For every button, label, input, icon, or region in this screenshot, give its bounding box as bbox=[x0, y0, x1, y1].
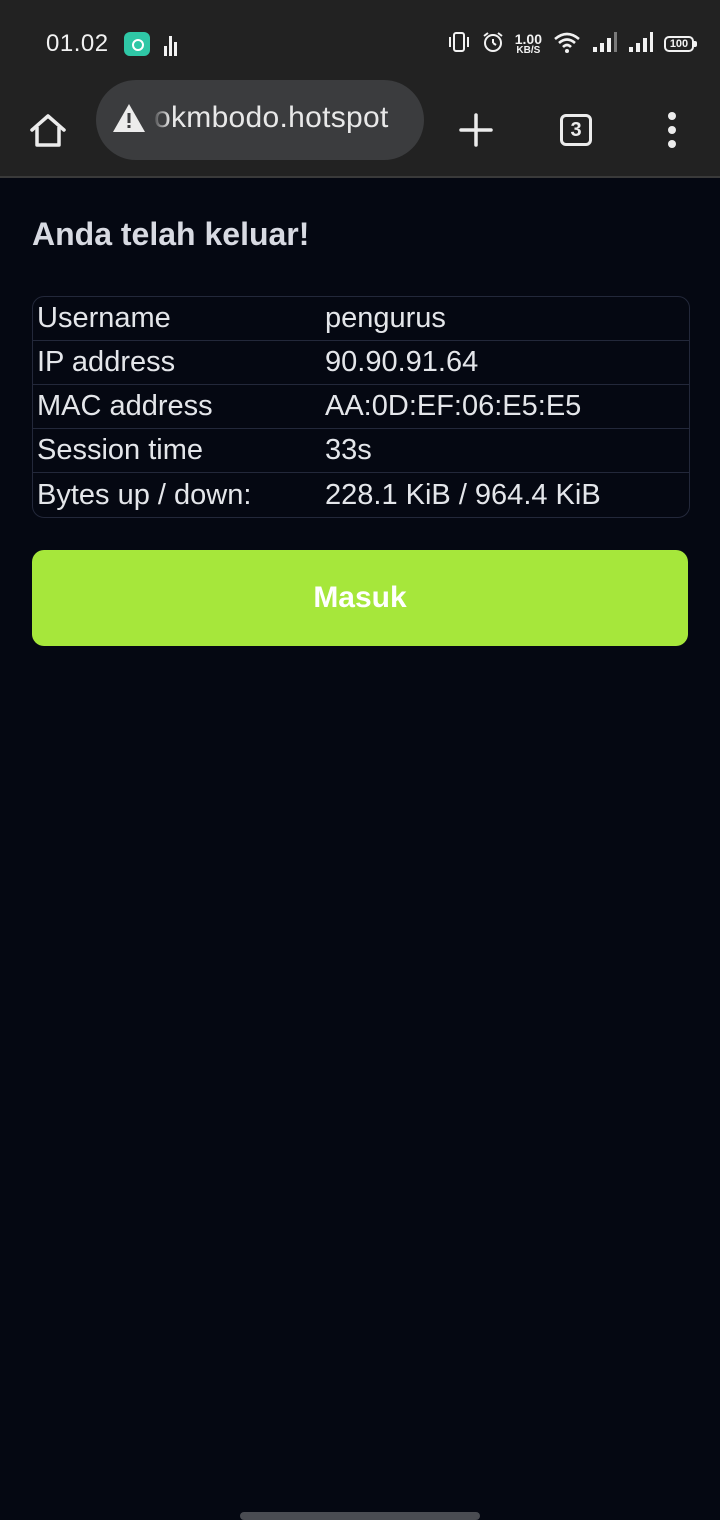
warning-icon[interactable] bbox=[112, 102, 146, 134]
table-row: IP address 90.90.91.64 bbox=[33, 341, 689, 385]
new-tab-button[interactable] bbox=[452, 102, 500, 158]
table-row: Session time 33s bbox=[33, 429, 689, 473]
network-speed: 1.00 KB/S bbox=[515, 32, 542, 56]
info-label: Bytes up / down: bbox=[37, 478, 252, 511]
info-value: 33s bbox=[325, 434, 372, 466]
signal-bars-icon bbox=[164, 32, 180, 56]
info-value: AA:0D:EF:06:E5:E5 bbox=[325, 390, 582, 422]
info-label: IP address bbox=[37, 346, 176, 378]
url-fade bbox=[152, 80, 170, 160]
address-bar[interactable]: okmbodo.hotspot bbox=[96, 80, 424, 160]
cell-signal-icon bbox=[628, 31, 654, 58]
info-label: Username bbox=[37, 302, 171, 334]
network-speed-unit: KB/S bbox=[516, 45, 541, 56]
more-vert-icon bbox=[668, 112, 676, 120]
status-icons: 1.00 KB/S 100 bbox=[447, 28, 697, 60]
session-info-table: Username pengurus IP address 90.90.91.64… bbox=[32, 296, 690, 518]
info-value: 228.1 KiB / 964.4 KiB bbox=[325, 478, 601, 511]
table-row: Bytes up / down: 228.1 KiB / 964.4 KiB bbox=[33, 473, 689, 517]
status-time: 01.02 bbox=[46, 30, 109, 57]
plus-icon bbox=[459, 113, 493, 147]
tab-switcher-button[interactable]: 3 bbox=[552, 102, 600, 158]
status-bar: 01.02 1.00 KB/S 100 bbox=[0, 0, 720, 88]
info-value: pengurus bbox=[325, 302, 446, 334]
info-label: Session time bbox=[37, 434, 204, 466]
info-value: 90.90.91.64 bbox=[325, 346, 479, 378]
tabs-icon: 3 bbox=[560, 114, 592, 146]
network-speed-value: 1.00 bbox=[514, 31, 542, 47]
more-vert-icon-dot bbox=[668, 140, 676, 148]
page-title: Anda telah keluar! bbox=[32, 216, 310, 252]
info-label: MAC address bbox=[37, 390, 213, 422]
login-button[interactable]: Masuk bbox=[32, 550, 688, 646]
table-row: MAC address AA:0D:EF:06:E5:E5 bbox=[33, 385, 689, 429]
alarm-icon bbox=[481, 30, 505, 59]
home-indicator[interactable] bbox=[240, 1512, 480, 1520]
home-icon bbox=[30, 114, 66, 147]
vibrate-icon bbox=[447, 31, 471, 58]
cell-signal-icon bbox=[592, 31, 618, 58]
browser-toolbar: okmbodo.hotspot 3 bbox=[0, 80, 720, 178]
more-vert-icon-dot bbox=[668, 126, 676, 134]
home-button[interactable] bbox=[22, 100, 74, 162]
app-notification-icon bbox=[124, 32, 150, 56]
more-menu-button[interactable] bbox=[648, 102, 696, 158]
url-text: okmbodo.hotspot bbox=[154, 101, 389, 134]
wifi-icon bbox=[552, 30, 582, 59]
table-row: Username pengurus bbox=[33, 297, 689, 341]
battery-icon: 100 bbox=[664, 36, 697, 52]
